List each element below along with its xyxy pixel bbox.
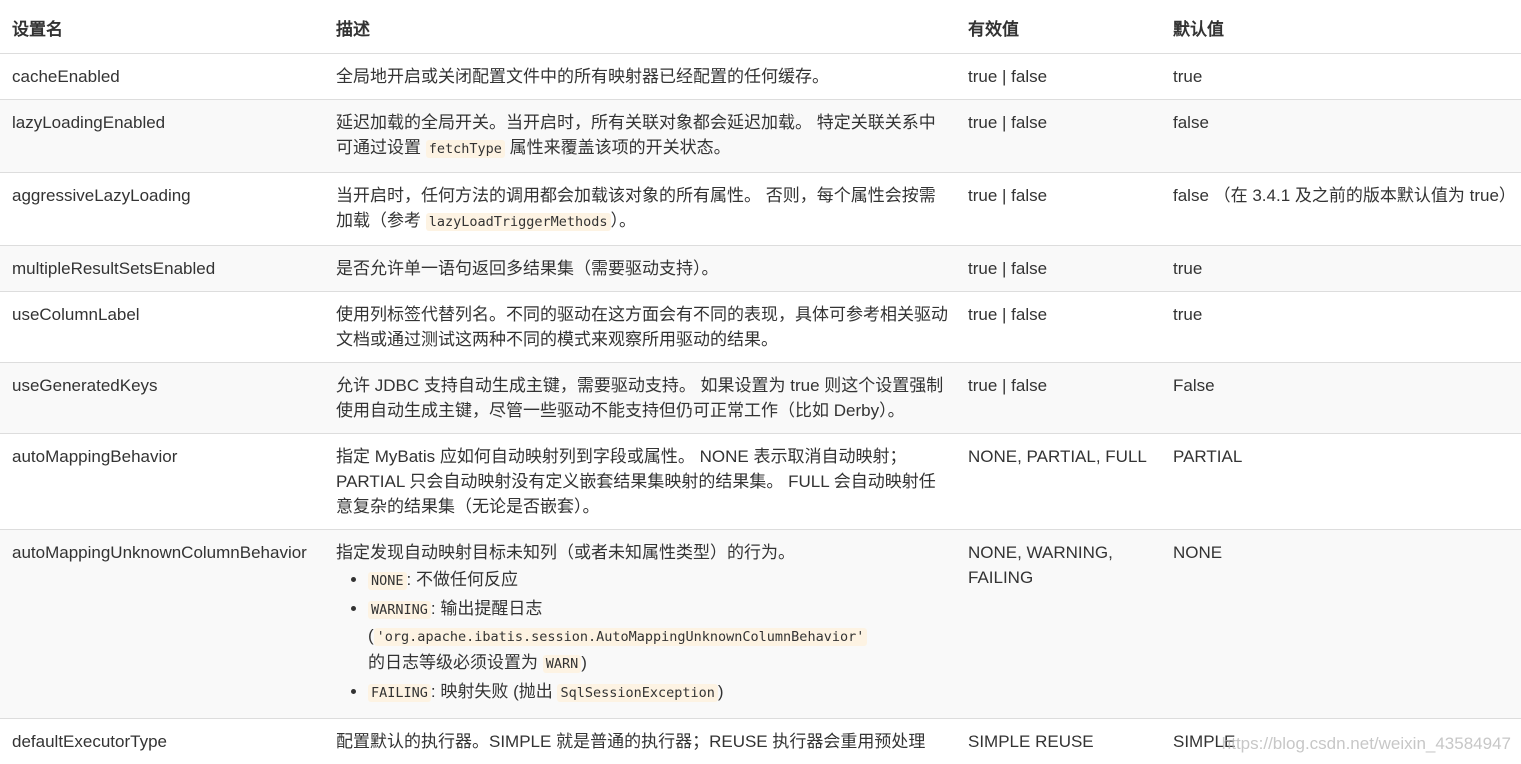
table-row: lazyLoadingEnabled 延迟加载的全局开关。当开启时，所有关联对象…	[0, 100, 1521, 173]
setting-default: true	[1161, 246, 1521, 292]
setting-name: autoMappingBehavior	[0, 434, 324, 530]
setting-default: false	[1161, 100, 1521, 173]
watermark: https://blog.csdn.net/weixin_43584947	[1222, 734, 1511, 754]
inline-code: SqlSessionException	[557, 684, 717, 702]
desc-text: 指定 MyBatis 应如何自动映射列到字段或属性。 NONE 表示取消自动映射…	[336, 447, 906, 466]
table-row: cacheEnabled 全局地开启或关闭配置文件中的所有映射器已经配置的任何缓…	[0, 54, 1521, 100]
setting-desc: 全局地开启或关闭配置文件中的所有映射器已经配置的任何缓存。	[324, 54, 956, 100]
setting-valid: true | false	[956, 54, 1161, 100]
header-desc: 描述	[324, 0, 956, 54]
inline-code: WARN	[543, 655, 582, 673]
setting-name: useColumnLabel	[0, 292, 324, 363]
setting-desc: 当开启时，任何方法的调用都会加载该对象的所有属性。 否则，每个属性会按需加载（参…	[324, 173, 956, 246]
setting-name: aggressiveLazyLoading	[0, 173, 324, 246]
setting-desc: 延迟加载的全局开关。当开启时，所有关联对象都会延迟加载。 特定关联关系中可通过设…	[324, 100, 956, 173]
table-row: multipleResultSetsEnabled 是否允许单一语句返回多结果集…	[0, 246, 1521, 292]
desc-text: 指定发现自动映射目标未知列（或者未知属性类型）的行为。	[336, 543, 795, 562]
paren: )	[718, 682, 724, 701]
inline-code: lazyLoadTriggerMethods	[426, 213, 611, 231]
setting-desc: 指定 MyBatis 应如何自动映射列到字段或属性。 NONE 表示取消自动映射…	[324, 434, 956, 530]
header-default: 默认值	[1161, 0, 1521, 54]
setting-default: true	[1161, 54, 1521, 100]
header-name: 设置名	[0, 0, 324, 54]
setting-default: PARTIAL	[1161, 434, 1521, 530]
setting-valid: true | false	[956, 173, 1161, 246]
setting-valid: SIMPLE REUSE	[956, 719, 1161, 764]
setting-valid: true | false	[956, 292, 1161, 363]
setting-desc: 指定发现自动映射目标未知列（或者未知属性类型）的行为。 NONE: 不做任何反应…	[324, 530, 956, 719]
table-row: aggressiveLazyLoading 当开启时，任何方法的调用都会加载该对…	[0, 173, 1521, 246]
setting-desc: 允许 JDBC 支持自动生成主键，需要驱动支持。 如果设置为 true 则这个设…	[324, 363, 956, 434]
setting-valid: true | false	[956, 363, 1161, 434]
header-row: 设置名 描述 有效值 默认值	[0, 0, 1521, 54]
setting-default: NONE	[1161, 530, 1521, 719]
setting-default: false （在 3.4.1 及之前的版本默认值为 true）	[1161, 173, 1521, 246]
item-text: : 映射失败 (抛出	[431, 682, 558, 701]
inline-code: WARNING	[368, 601, 431, 619]
table-row: autoMappingUnknownColumnBehavior 指定发现自动映…	[0, 530, 1521, 719]
paren: )	[581, 653, 587, 672]
setting-name: defaultExecutorType	[0, 719, 324, 764]
inline-code: NONE	[368, 572, 407, 590]
paren: (	[368, 626, 374, 645]
list-item: FAILING: 映射失败 (抛出 SqlSessionException)	[368, 679, 948, 706]
setting-valid: true | false	[956, 100, 1161, 173]
settings-table: 设置名 描述 有效值 默认值 cacheEnabled 全局地开启或关闭配置文件…	[0, 0, 1521, 764]
setting-default: False	[1161, 363, 1521, 434]
desc-text: PARTIAL 只会自动映射没有定义嵌套结果集映射的结果集。 FULL 会自动映…	[336, 472, 936, 516]
item-text: : 输出提醒日志	[431, 599, 542, 618]
inline-code: 'org.apache.ibatis.session.AutoMappingUn…	[374, 628, 868, 646]
setting-valid: NONE, PARTIAL, FULL	[956, 434, 1161, 530]
setting-valid: true | false	[956, 246, 1161, 292]
setting-desc: 使用列标签代替列名。不同的驱动在这方面会有不同的表现，具体可参考相关驱动文档或通…	[324, 292, 956, 363]
table-row: useGeneratedKeys 允许 JDBC 支持自动生成主键，需要驱动支持…	[0, 363, 1521, 434]
setting-name: multipleResultSetsEnabled	[0, 246, 324, 292]
setting-desc: 配置默认的执行器。SIMPLE 就是普通的执行器；REUSE 执行器会重用预处理	[324, 719, 956, 764]
setting-name: autoMappingUnknownColumnBehavior	[0, 530, 324, 719]
header-valid: 有效值	[956, 0, 1161, 54]
list-item: WARNING: 输出提醒日志 ('org.apache.ibatis.sessi…	[368, 596, 948, 677]
setting-default: true	[1161, 292, 1521, 363]
setting-name: lazyLoadingEnabled	[0, 100, 324, 173]
setting-valid: NONE, WARNING, FAILING	[956, 530, 1161, 719]
inline-code: FAILING	[368, 684, 431, 702]
setting-name: useGeneratedKeys	[0, 363, 324, 434]
desc-text: 属性来覆盖该项的开关状态。	[505, 138, 731, 157]
desc-text: ）。	[611, 211, 637, 230]
table-row: autoMappingBehavior 指定 MyBatis 应如何自动映射列到…	[0, 434, 1521, 530]
list-item: NONE: 不做任何反应	[368, 567, 948, 594]
item-text: : 不做任何反应	[407, 570, 518, 589]
setting-desc: 是否允许单一语句返回多结果集（需要驱动支持）。	[324, 246, 956, 292]
inline-code: fetchType	[426, 140, 505, 158]
item-text: 的日志等级必须设置为	[368, 653, 543, 672]
table-row: useColumnLabel 使用列标签代替列名。不同的驱动在这方面会有不同的表…	[0, 292, 1521, 363]
setting-name: cacheEnabled	[0, 54, 324, 100]
behavior-list: NONE: 不做任何反应 WARNING: 输出提醒日志 ('org.apache…	[336, 567, 948, 706]
